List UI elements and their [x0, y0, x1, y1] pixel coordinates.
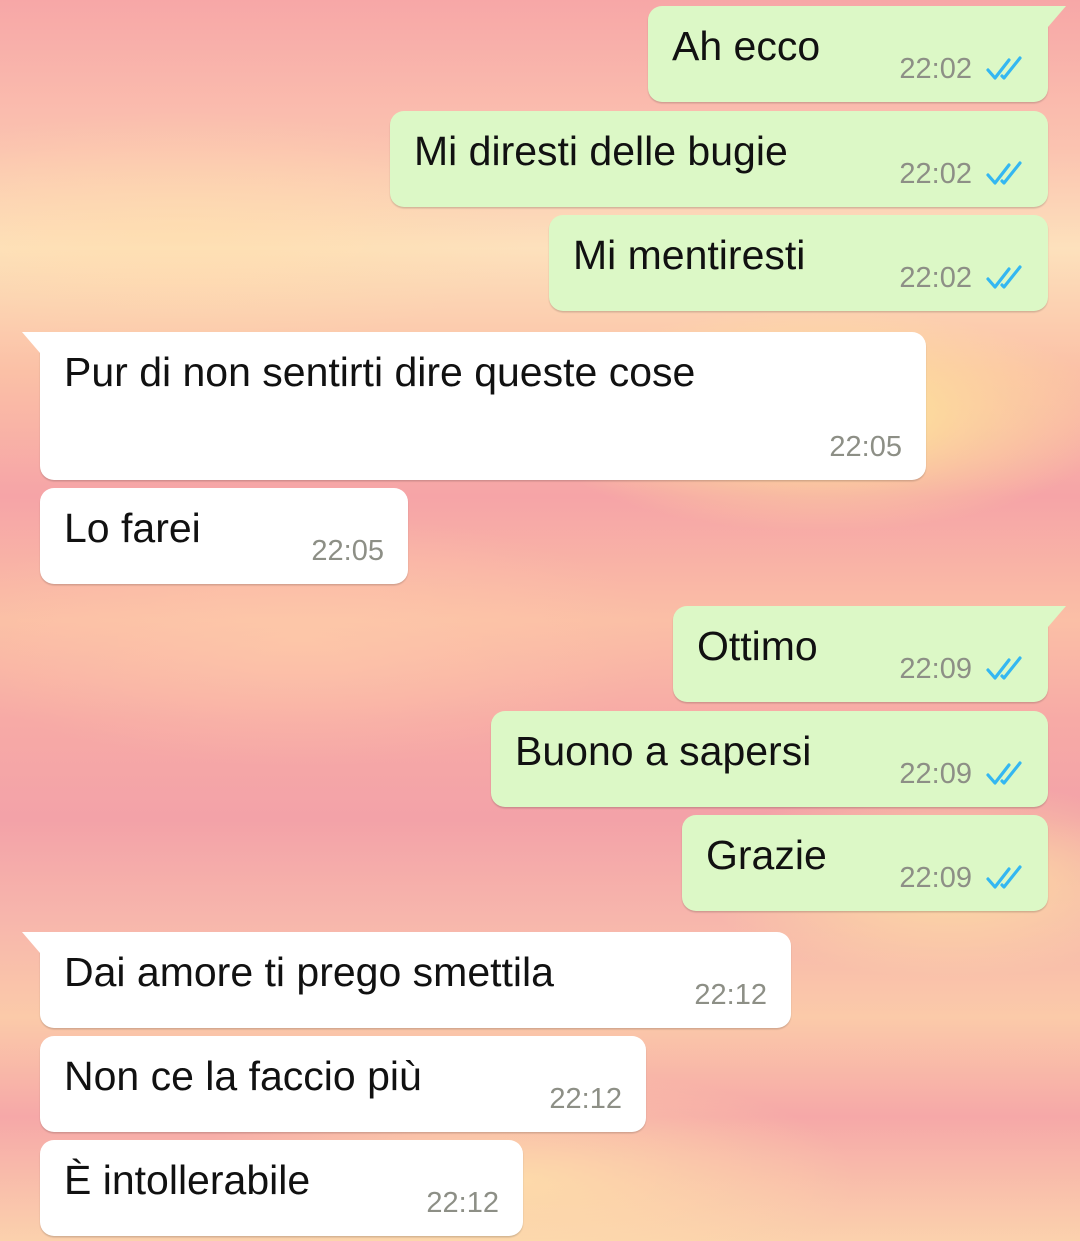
- outgoing-message[interactable]: Grazie 22:09: [682, 815, 1048, 911]
- message-text: Non ce la faccio più: [64, 1053, 422, 1099]
- double-check-icon: [986, 656, 1022, 680]
- incoming-message[interactable]: Pur di non sentirti dire queste cose 22:…: [22, 332, 926, 480]
- double-check-icon: [986, 161, 1022, 185]
- message-time: 22:09: [899, 653, 972, 685]
- incoming-message[interactable]: Dai amore ti prego smettila 22:12: [22, 932, 791, 1028]
- message-text: Ah ecco: [672, 23, 821, 69]
- message-text: Dai amore ti prego smettila: [64, 949, 554, 995]
- incoming-message[interactable]: È intollerabile 22:12: [40, 1140, 523, 1236]
- message-text: Mi diresti delle bugie: [414, 128, 788, 174]
- message-time: 22:09: [899, 758, 972, 790]
- incoming-message[interactable]: Lo farei 22:05: [40, 488, 408, 584]
- outgoing-message[interactable]: Buono a sapersi 22:09: [491, 711, 1048, 807]
- message-time: 22:12: [426, 1187, 499, 1219]
- double-check-icon: [986, 56, 1022, 80]
- message-text: È intollerabile: [64, 1157, 311, 1203]
- bubble-tail: [22, 332, 52, 360]
- message-time: 22:12: [549, 1083, 622, 1115]
- message-time: 22:05: [311, 535, 384, 567]
- message-time: 22:02: [899, 53, 972, 85]
- outgoing-message[interactable]: Mi mentiresti 22:02: [549, 215, 1048, 311]
- message-text: Ottimo: [697, 623, 818, 669]
- bubble-tail: [22, 932, 52, 960]
- message-text: Grazie: [706, 832, 827, 878]
- message-time: 22:05: [829, 431, 902, 463]
- message-time: 22:12: [694, 979, 767, 1011]
- message-time: 22:02: [899, 262, 972, 294]
- incoming-message[interactable]: Non ce la faccio più 22:12: [40, 1036, 646, 1132]
- message-text: Pur di non sentirti dire queste cose: [64, 349, 696, 395]
- outgoing-message[interactable]: Mi diresti delle bugie 22:02: [390, 111, 1048, 207]
- outgoing-message[interactable]: Ah ecco 22:02: [648, 6, 1066, 102]
- double-check-icon: [986, 761, 1022, 785]
- outgoing-message[interactable]: Ottimo 22:09: [673, 606, 1066, 702]
- double-check-icon: [986, 865, 1022, 889]
- message-time: 22:02: [899, 158, 972, 190]
- bubble-tail: [1036, 6, 1066, 34]
- chat-message-list[interactable]: Ah ecco 22:02 Mi diresti delle bugie 22:…: [0, 0, 1080, 1241]
- message-text: Lo farei: [64, 505, 201, 551]
- double-check-icon: [986, 265, 1022, 289]
- message-text: Mi mentiresti: [573, 232, 806, 278]
- message-text: Buono a sapersi: [515, 728, 812, 774]
- message-time: 22:09: [899, 862, 972, 894]
- bubble-tail: [1036, 606, 1066, 634]
